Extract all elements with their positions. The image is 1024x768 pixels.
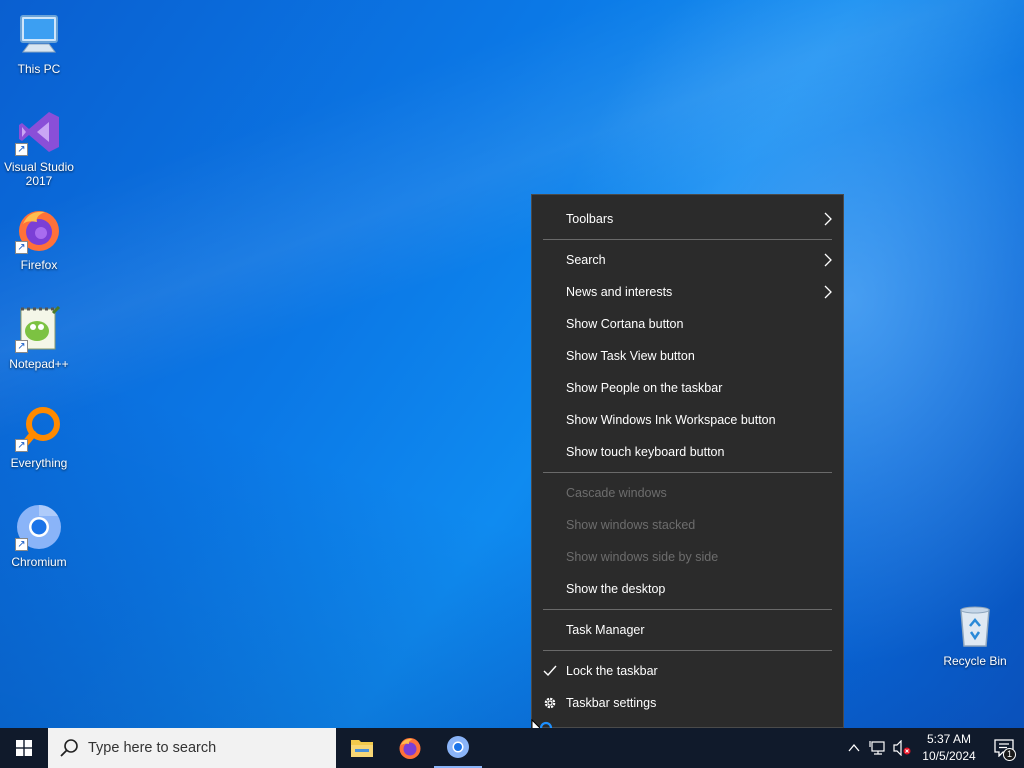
menu-item-show-touch-keyboard[interactable]: Show touch keyboard button (532, 436, 843, 468)
chevron-right-icon (824, 212, 832, 226)
checkmark-icon (542, 663, 558, 679)
file-explorer-icon (351, 740, 373, 757)
firefox-icon (399, 738, 421, 759)
taskbar-chromium[interactable] (434, 728, 482, 768)
menu-item-label: Show Task View button (566, 349, 695, 363)
taskbar-firefox[interactable] (386, 728, 434, 768)
desktop-icon-notepadpp[interactable]: ↗ Notepad++ (1, 305, 77, 371)
visual-studio-icon: ↗ (15, 108, 63, 156)
menu-item-show-cortana-button[interactable]: Show Cortana button (532, 308, 843, 340)
taskbar-search-box[interactable]: Type here to search (48, 728, 336, 768)
desktop-icon-this-pc[interactable]: This PC (1, 10, 77, 76)
menu-item-show-windows-side-by-side: Show windows side by side (532, 541, 843, 573)
menu-item-label: Lock the taskbar (566, 664, 658, 678)
desktop-icon-label: Chromium (11, 555, 67, 569)
tray-network[interactable] (866, 728, 890, 768)
desktop-icon-recycle-bin[interactable]: Recycle Bin (937, 602, 1013, 668)
clock-date: 10/5/2024 (922, 749, 976, 763)
chromium-icon: ↗ (15, 503, 63, 551)
gear-icon (542, 695, 558, 711)
menu-item-label: Show touch keyboard button (566, 445, 725, 459)
windows-logo-icon (16, 740, 32, 756)
menu-separator (543, 239, 832, 240)
menu-item-show-ink-workspace[interactable]: Show Windows Ink Workspace button (532, 404, 843, 436)
menu-item-label: Show People on the taskbar (566, 381, 723, 395)
desktop-icon-label: Firefox (20, 258, 58, 272)
menu-item-show-windows-stacked: Show windows stacked (532, 509, 843, 541)
desktop-icon-chromium[interactable]: ↗ Chromium (1, 503, 77, 569)
tray-show-hidden-icons[interactable] (842, 728, 866, 768)
clock-time: 5:37 AM (926, 732, 972, 746)
everything-search-icon: ↗ (15, 404, 63, 452)
desktop-icon-label: This PC (17, 62, 61, 76)
chevron-right-icon (824, 253, 832, 267)
menu-item-label: Show the desktop (566, 582, 666, 596)
taskbar-file-explorer[interactable] (338, 728, 386, 768)
start-button[interactable] (0, 728, 48, 768)
notification-badge: 1 (1003, 748, 1016, 761)
system-tray: 5:37 AM 10/5/2024 1 (842, 728, 1024, 768)
menu-separator (543, 650, 832, 651)
menu-item-taskbar-settings[interactable]: Taskbar settings (532, 687, 843, 719)
shortcut-arrow-icon: ↗ (15, 241, 28, 254)
taskbar-clock[interactable]: 5:37 AM 10/5/2024 (914, 731, 984, 765)
wallpaper (0, 0, 1024, 728)
action-center-button[interactable]: 1 (984, 728, 1024, 768)
chevron-up-icon (848, 743, 860, 752)
menu-item-show-task-view-button[interactable]: Show Task View button (532, 340, 843, 372)
shortcut-arrow-icon: ↗ (15, 340, 28, 353)
notepadpp-icon: ↗ (15, 305, 63, 353)
desktop-icon-label: Recycle Bin (943, 654, 1007, 668)
desktop-icon-label: Everything (10, 456, 68, 470)
desktop-icon-firefox[interactable]: ↗ Firefox (1, 206, 77, 272)
taskbar[interactable]: Type here to search 5:37 AM 10/5/2024 1 (0, 728, 1024, 768)
shortcut-arrow-icon: ↗ (15, 439, 28, 452)
chevron-right-icon (824, 285, 832, 299)
menu-item-label: Taskbar settings (566, 696, 657, 710)
menu-item-toolbars[interactable]: Toolbars (532, 203, 843, 235)
menu-item-label: Search (566, 253, 606, 267)
menu-item-cascade-windows: Cascade windows (532, 477, 843, 509)
menu-separator (543, 609, 832, 610)
desktop-icon-visual-studio[interactable]: ↗ Visual Studio 2017 (1, 108, 77, 188)
menu-item-label: Cascade windows (566, 486, 667, 500)
menu-item-label: News and interests (566, 285, 673, 299)
desktop-icon-everything[interactable]: ↗ Everything (1, 404, 77, 470)
network-icon (869, 741, 885, 755)
menu-item-lock-the-taskbar[interactable]: Lock the taskbar (532, 655, 843, 687)
shortcut-arrow-icon: ↗ (15, 538, 28, 551)
menu-item-show-the-desktop[interactable]: Show the desktop (532, 573, 843, 605)
search-icon (60, 739, 78, 757)
volume-muted-icon (893, 740, 911, 756)
computer-icon (15, 10, 63, 58)
menu-item-show-people[interactable]: Show People on the taskbar (532, 372, 843, 404)
desktop-icon-label: Visual Studio 2017 (4, 160, 74, 188)
menu-item-label: Show Windows Ink Workspace button (566, 413, 776, 427)
firefox-icon: ↗ (15, 206, 63, 254)
menu-item-task-manager[interactable]: Task Manager (532, 614, 843, 646)
menu-item-label: Show windows side by side (566, 550, 719, 564)
chromium-icon (447, 736, 469, 758)
menu-item-label: Task Manager (566, 623, 645, 637)
menu-separator (543, 472, 832, 473)
menu-item-label: Toolbars (566, 212, 614, 226)
search-placeholder: Type here to search (88, 740, 217, 756)
taskbar-context-menu: Toolbars Search News and interests Show … (531, 194, 844, 728)
tray-volume[interactable] (890, 728, 914, 768)
menu-item-label: Show Cortana button (566, 317, 684, 331)
recycle-bin-icon (951, 602, 999, 650)
desktop-icon-label: Notepad++ (9, 357, 69, 371)
shortcut-arrow-icon: ↗ (15, 143, 28, 156)
menu-item-search[interactable]: Search (532, 244, 843, 276)
menu-item-news-and-interests[interactable]: News and interests (532, 276, 843, 308)
menu-item-label: Show windows stacked (566, 518, 696, 532)
